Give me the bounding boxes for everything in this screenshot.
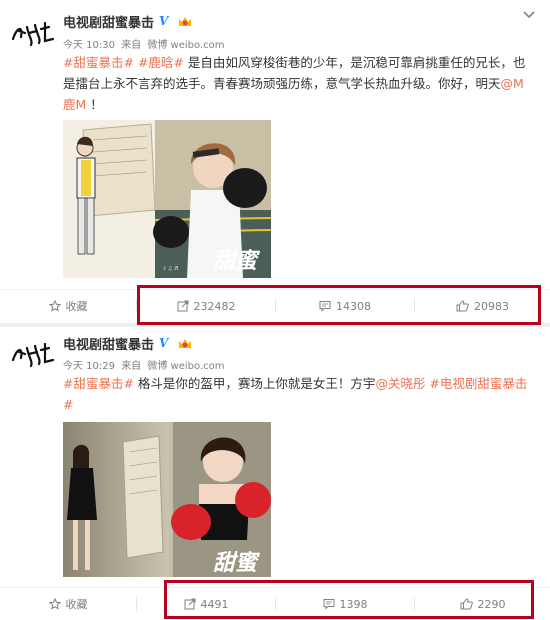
favorite-label: 收藏	[65, 300, 88, 313]
post-source[interactable]: 微博 weibo.com	[147, 361, 224, 372]
post-image[interactable]: 甜蜜	[63, 422, 271, 577]
post-meta: 今天 10:29 来自 微博 weibo.com	[63, 357, 228, 372]
svg-text:甜蜜: 甜蜜	[213, 550, 261, 576]
action-bar: 收藏 4491 1398 2290	[0, 587, 550, 620]
author-row: 电视剧甜蜜暴击 V	[63, 12, 193, 31]
like-button[interactable]: 2290	[415, 588, 550, 620]
chevron-down-icon[interactable]	[522, 10, 536, 20]
crown-badge-icon	[179, 16, 192, 26]
hashtag[interactable]: #甜蜜暴击#	[63, 55, 134, 70]
mention-link[interactable]: @关晓彤	[375, 376, 425, 391]
svg-text:甜蜜: 甜蜜	[213, 248, 261, 274]
comment-button[interactable]: 1398	[276, 588, 414, 620]
post-text: #甜蜜暴击# #鹿晗# 是自由如风穿梭街巷的少年，是沉稳可靠肩挑重任的兄长，也是…	[63, 52, 533, 115]
star-icon	[48, 598, 61, 610]
avatar[interactable]	[8, 335, 58, 375]
verified-icon: V	[159, 336, 169, 350]
post-text-body: 格斗是你的盔甲，赛场上你就是女王！方宇	[133, 376, 376, 391]
like-button[interactable]: 20983	[415, 290, 550, 322]
repost-icon	[177, 300, 188, 312]
source-prefix: 来自	[121, 40, 142, 51]
repost-count: 232482	[193, 299, 236, 313]
post-meta: 今天 10:30 来自 微博 weibo.com	[63, 36, 228, 51]
favorite-button[interactable]: 收藏	[0, 588, 136, 620]
thumbs-up-icon	[456, 300, 469, 312]
post-text: #甜蜜暴击# 格斗是你的盔甲，赛场上你就是女王！方宇@关晓彤 #电视剧甜蜜暴击#	[63, 373, 533, 415]
repost-icon	[184, 598, 195, 610]
weibo-post: 电视剧甜蜜暴击 V 今天 10:29 来自 微博 weibo.com #甜蜜暴击…	[0, 330, 550, 619]
like-count: 20983	[474, 299, 509, 313]
comment-icon	[323, 599, 334, 610]
author-row: 电视剧甜蜜暴击 V	[63, 334, 193, 353]
repost-button[interactable]: 232482	[137, 290, 275, 322]
source-prefix: 来自	[121, 361, 142, 372]
post-text-end: ！	[86, 97, 103, 112]
favorite-button[interactable]: 收藏	[0, 290, 136, 322]
comment-count: 14308	[336, 299, 371, 313]
post-time[interactable]: 今天 10:29	[63, 361, 115, 372]
svg-text:♪ ♫ ♬: ♪ ♫ ♬	[163, 266, 178, 272]
favorite-label: 收藏	[65, 598, 88, 611]
repost-count: 4491	[200, 597, 229, 611]
hashtag[interactable]: #鹿晗#	[138, 55, 184, 70]
post-source[interactable]: 微博 weibo.com	[147, 40, 224, 51]
like-count: 2290	[477, 597, 506, 611]
thumbs-up-icon	[460, 598, 473, 610]
action-bar: 收藏 232482 14308 20983	[0, 289, 550, 322]
crown-badge-icon	[179, 338, 192, 348]
hashtag[interactable]: #甜蜜暴击#	[63, 376, 134, 391]
post-time[interactable]: 今天 10:30	[63, 40, 115, 51]
verified-icon: V	[159, 14, 169, 28]
comment-button[interactable]: 14308	[276, 290, 414, 322]
avatar[interactable]	[8, 14, 58, 54]
star-icon	[48, 300, 61, 312]
post-separator	[0, 323, 550, 327]
weibo-post: 电视剧甜蜜暴击 V 今天 10:30 来自 微博 weibo.com #甜蜜暴击…	[0, 0, 550, 330]
repost-button[interactable]: 4491	[137, 588, 275, 620]
post-image[interactable]: 甜蜜 ♪ ♫ ♬	[63, 120, 271, 278]
comment-icon	[319, 301, 331, 312]
comment-count: 1398	[339, 597, 368, 611]
author-name[interactable]: 电视剧甜蜜暴击	[63, 334, 154, 353]
author-name[interactable]: 电视剧甜蜜暴击	[63, 12, 154, 31]
